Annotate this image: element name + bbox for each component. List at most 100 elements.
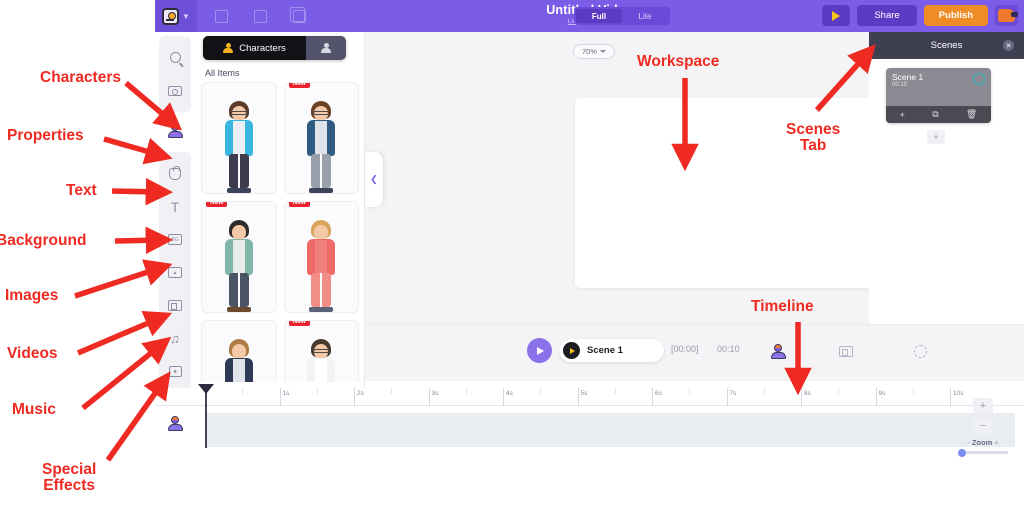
zoom-out-button[interactable]: − [973,418,993,434]
list-item[interactable] [201,320,277,382]
sidebar-item-characters[interactable] [155,112,195,148]
zoom-level-selector[interactable]: 70% [573,44,615,59]
mode-toggle[interactable]: Full Lite [574,7,670,25]
ruler-tick: 5s [577,388,587,406]
timeline-scene-chip[interactable]: Scene 1 [559,339,664,362]
ruler-tick-label: 1s [282,390,290,397]
sidebar-item-images[interactable]: ▲ [159,256,191,289]
video-icon [839,345,853,357]
timeline-track[interactable] [205,413,1015,447]
add-icon[interactable]: + [900,110,905,120]
sidebar-item-music[interactable]: ♫ [159,322,191,355]
add-scene-button[interactable]: + [927,130,945,144]
scenes-panel-header: Scenes ✕ [869,32,1024,59]
timeline-character-track[interactable] [765,339,791,363]
ruler-tick-label: 3s [431,390,439,397]
tab-characters-label: Characters [239,42,286,54]
scene-play-button[interactable] [563,342,580,359]
list-item[interactable]: New [283,201,359,313]
panel-collapse-button[interactable]: ❮ [365,152,383,207]
list-item[interactable] [201,82,277,194]
search-icon [169,52,181,63]
library-panel: Characters All Items New New New New [195,32,365,388]
character-icon [770,343,786,359]
scene-duration: 00:10 [892,82,908,88]
status-badge: New [288,83,310,88]
ruler-tick: 7s [726,388,736,406]
zoom-label-text: Zoom [971,438,993,447]
ruler-tick: 6s [652,388,662,406]
character-icon [167,415,183,431]
timeline-play-button[interactable] [527,338,552,363]
character-icon [223,43,234,53]
timeline-playhead[interactable] [199,384,212,448]
sidebar-item-text[interactable]: T [159,190,191,223]
ruler-subtick [614,388,616,394]
ruler-tick-label: 7s [729,390,737,397]
annotation-properties: Properties [7,127,84,144]
sidebar-item-special-effects[interactable]: ✦ [159,355,191,388]
effects-icon [913,344,927,358]
publish-button[interactable]: Publish [923,5,988,26]
mode-full-button[interactable]: Full [576,9,622,23]
list-item[interactable]: New [283,320,359,382]
scene-card[interactable]: Scene 1 00:10 + ⧉ 🗑 [886,68,991,123]
play-icon [832,10,841,21]
zoom-slider[interactable] [958,448,1008,457]
list-item[interactable]: New [201,201,277,313]
zoom-in-button[interactable]: + [973,398,993,414]
annotation-images: Images [5,287,59,304]
timeline-video-track[interactable] [833,339,859,363]
app-logo[interactable]: ▼ [155,0,197,32]
sidebar-item-camera[interactable] [159,74,191,107]
images-icon: ▲ [168,267,182,278]
chevron-left-icon: ❮ [370,174,378,184]
duplicate-icon[interactable]: ⧉ [932,109,938,120]
music-icon: ♫ [170,331,180,346]
timeline-total-time: 00:10 [717,344,740,354]
timeline-track-icons [765,337,995,367]
effects-icon: ✦ [168,366,182,377]
duplicate-icon[interactable] [290,6,306,23]
delete-icon[interactable]: 🗑 [966,109,977,120]
ruler-tick: 8s [801,388,811,406]
annotation-music: Music [12,401,56,418]
avatar[interactable] [995,5,1018,26]
tab-my-characters[interactable] [306,36,346,60]
sidebar-item-my-character[interactable] [155,405,195,441]
redo-icon[interactable] [254,9,267,23]
camera-icon [168,85,182,96]
chevron-down-icon [600,50,606,53]
rail-group-assets: T BG ▲ ♫ ✦ [159,152,191,393]
scene-actions: + ⧉ 🗑 [886,106,991,123]
sidebar-item-videos[interactable] [159,289,191,322]
mode-lite-button[interactable]: Lite [622,9,668,23]
tool-rail: T BG ▲ ♫ ✦ [155,32,195,517]
chevron-down-icon[interactable]: ▼ [182,12,190,21]
header-tool-group [197,6,306,23]
annotation-text: Text [66,182,97,199]
annotation-timeline: Timeline [751,298,814,315]
preview-play-button[interactable] [822,5,851,26]
sidebar-item-background[interactable]: BG [159,223,191,256]
sidebar-item-properties[interactable] [159,157,191,190]
sidebar-item-search[interactable] [159,41,191,74]
tab-characters[interactable]: Characters [203,36,306,60]
ruler-tick: 10s [950,388,963,406]
list-item[interactable]: New [283,82,359,194]
ruler-tick: 4s [503,388,513,406]
avatar-icon [998,9,1018,22]
ruler-subtick [391,388,393,394]
zoom-level-value: 70% [581,47,597,56]
character-icon [167,122,183,138]
close-icon[interactable]: ✕ [1003,40,1014,51]
timeline-current-time: [00:00] [671,344,699,354]
timeline-ruler[interactable]: 1s 2s 3s 4s 5s 6s 7s 8s 9s 10s [155,388,1024,406]
zoom-slider-handle[interactable] [958,448,966,457]
app-header: ▼ Untitled Video Last edit saved Full Li… [155,0,1024,32]
ruler-tick-label: 6s [655,390,662,397]
scenes-panel-title: Scenes [930,40,963,51]
timeline-effects-track[interactable] [907,339,933,363]
undo-icon[interactable] [215,9,228,23]
share-button[interactable]: Share [857,5,917,26]
